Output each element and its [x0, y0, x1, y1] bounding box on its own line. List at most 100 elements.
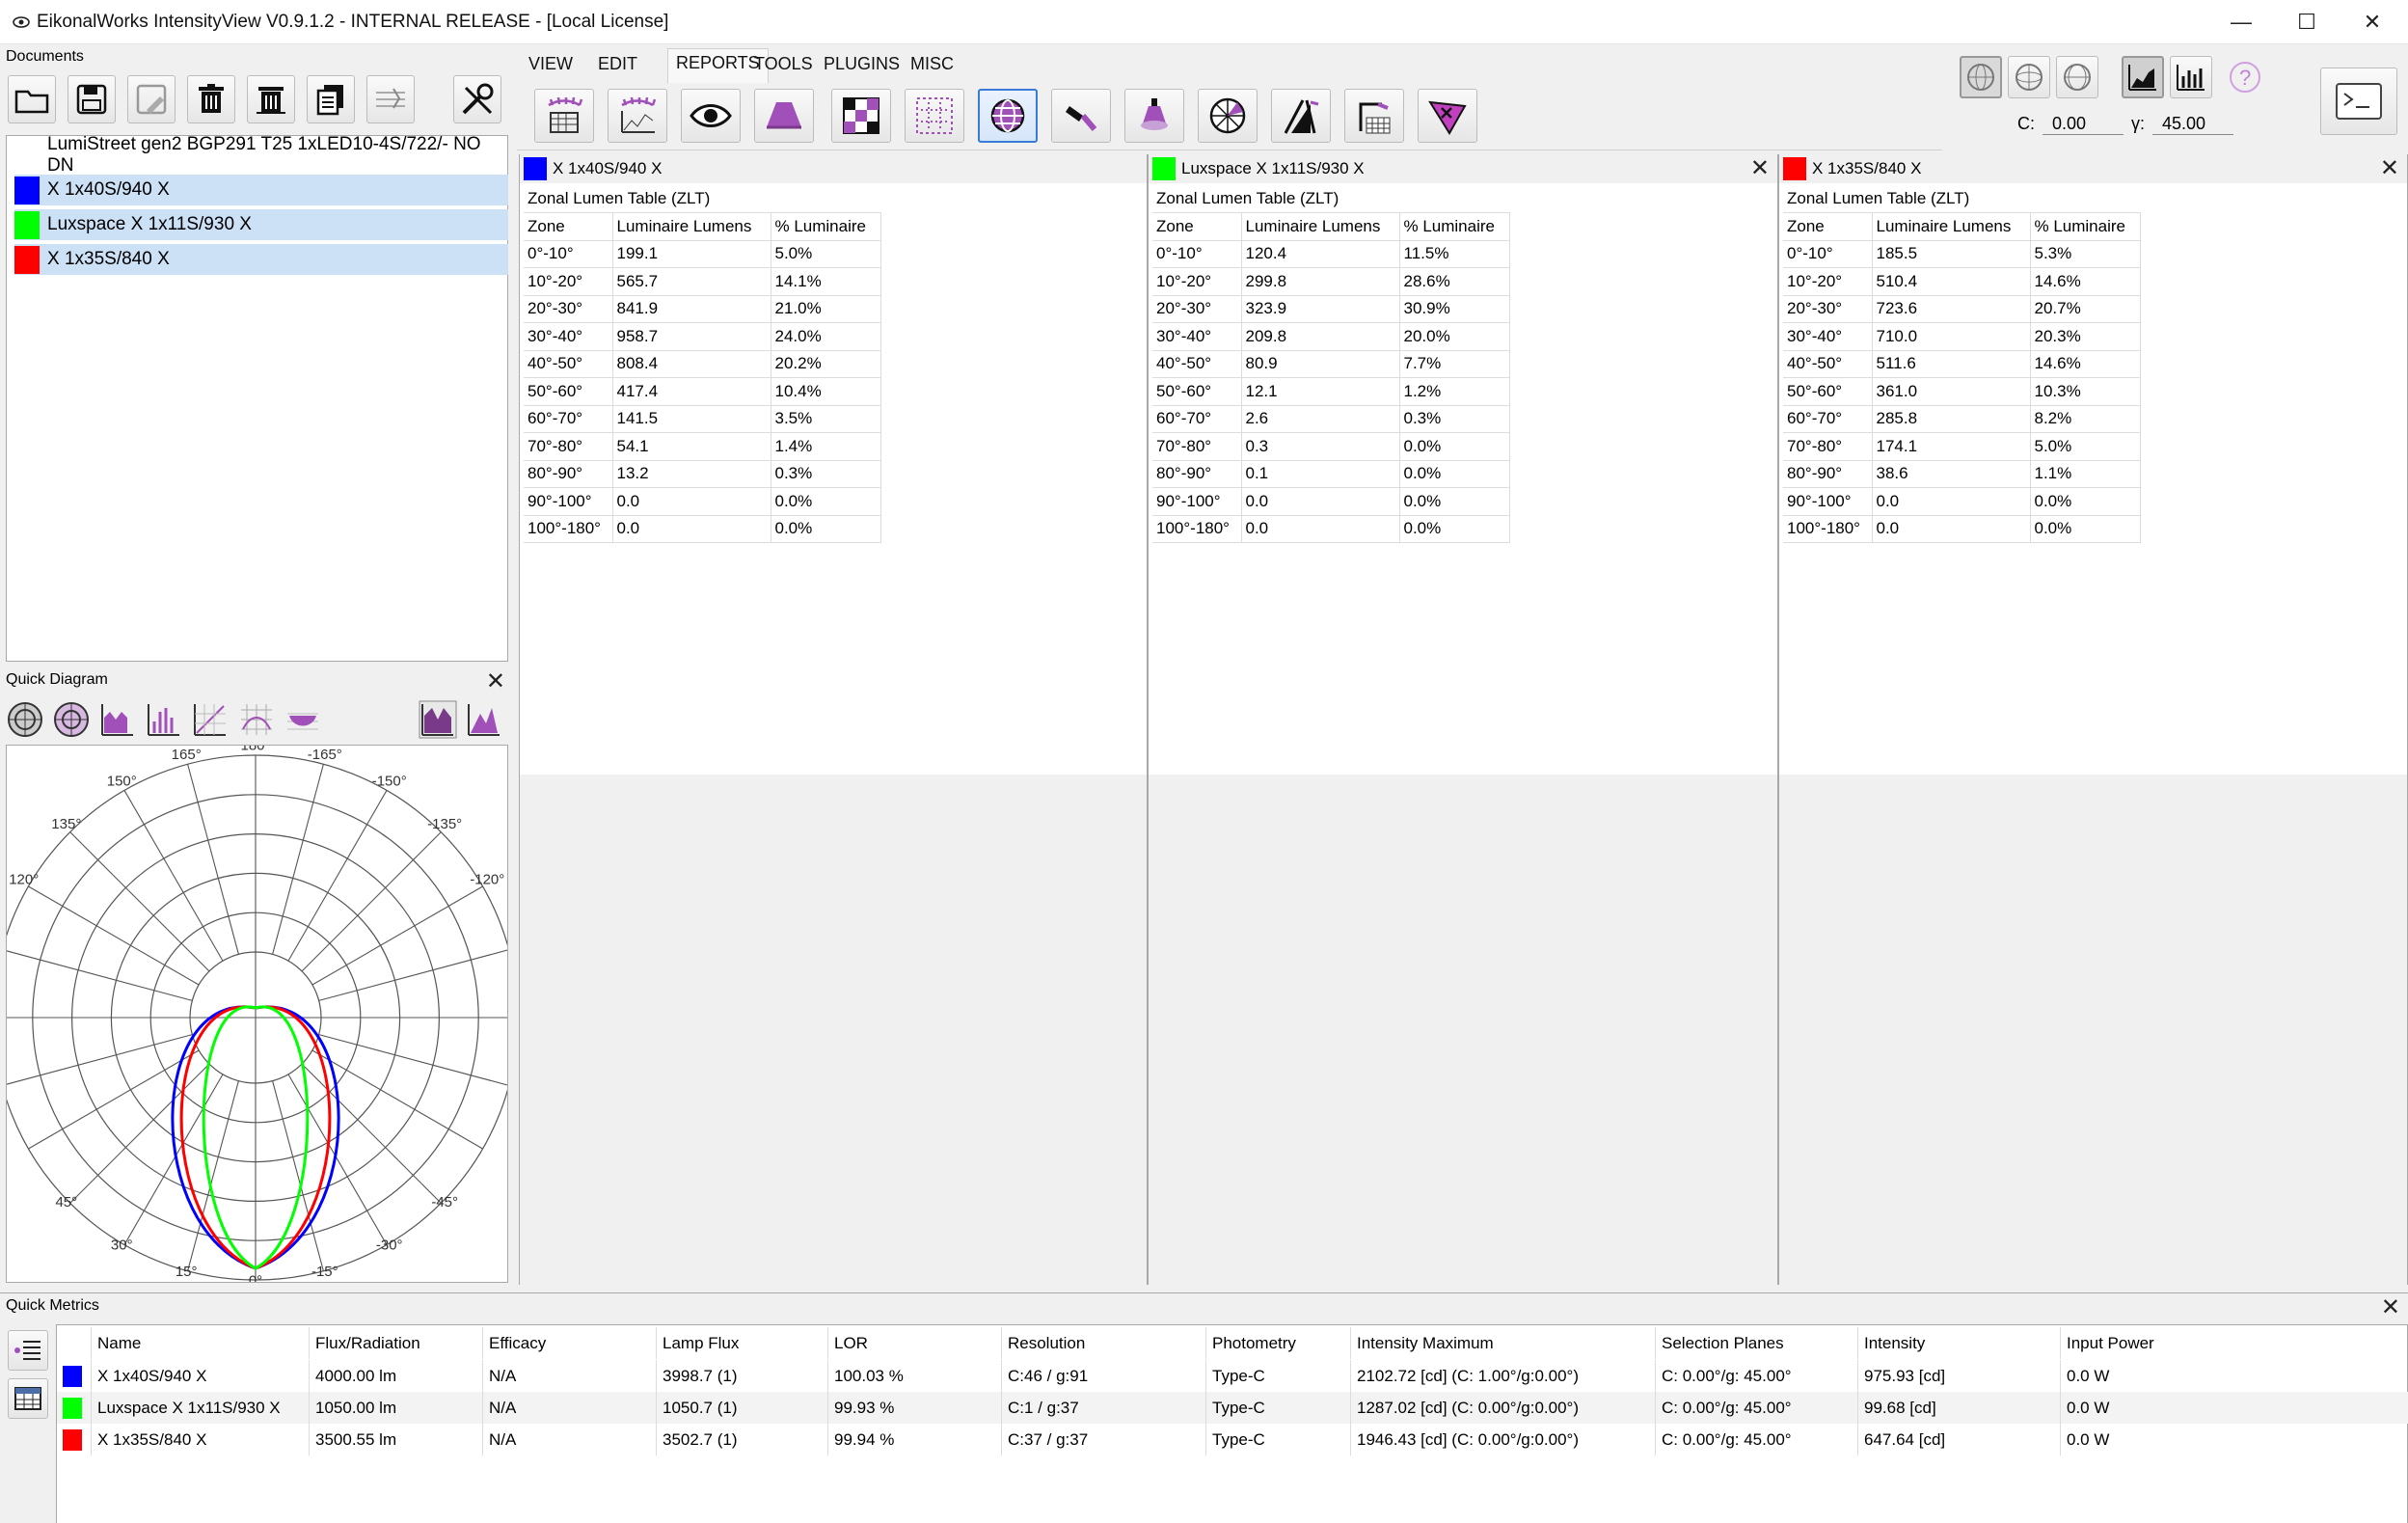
zone-cell: 100°-180°	[1783, 515, 1873, 543]
close-quick-metrics-icon[interactable]: ✕	[2381, 1293, 2400, 1321]
report-glare-button[interactable]	[681, 89, 741, 143]
report-spotlight-button[interactable]	[1051, 89, 1111, 143]
metrics-list-view-button[interactable]	[8, 1330, 48, 1371]
report-panel-header: X 1x35S/840 X ✕	[1779, 154, 2407, 183]
report-ugr-table-button[interactable]	[831, 89, 891, 143]
bar-chart-icon	[2177, 65, 2205, 91]
metrics-row[interactable]: X 1x40S/940 X 4000.00 lm N/A 3998.7 (1) …	[57, 1360, 2408, 1392]
tools-button[interactable]	[453, 75, 501, 123]
document-item[interactable]: LumiStreet gen2 BGP291 T25 1xLED10-4S/72…	[14, 134, 508, 176]
report-road-button[interactable]	[1271, 89, 1331, 143]
polar-angle-label: 180°	[240, 746, 270, 754]
close-window-button[interactable]: ✕	[2340, 0, 2405, 44]
report-summary-button[interactable]	[608, 89, 667, 143]
aa-coordinate-button[interactable]	[2056, 56, 2098, 98]
copy-button[interactable]	[307, 75, 355, 123]
zone-cell: 0°-10°	[1152, 240, 1242, 268]
percent-cell: 0.0%	[2030, 487, 2141, 516]
percent-cell: 7.7%	[1399, 350, 1510, 378]
console-button[interactable]	[2320, 68, 2397, 135]
cartesian-diagram-icon[interactable]	[98, 700, 137, 739]
close-report-panel-icon[interactable]: ✕	[2380, 154, 2399, 182]
zone-cell: 100°-180°	[1152, 515, 1242, 543]
open-button[interactable]	[8, 75, 56, 123]
table-row: 0°-10° 120.4 11.5%	[1152, 240, 1510, 268]
zone-cell: 10°-20°	[524, 267, 613, 296]
report-close-all-button[interactable]	[1418, 89, 1477, 143]
cumulative-curve-icon[interactable]	[191, 700, 230, 739]
polar-diagram-icon[interactable]	[6, 700, 44, 739]
table-row: 50°-60° 417.4 10.4%	[524, 377, 881, 406]
road-lighting-icon	[1284, 99, 1319, 134]
report-downlight-button[interactable]	[1124, 89, 1184, 143]
report-street-grid-button[interactable]	[1344, 89, 1404, 143]
save-as-button[interactable]	[127, 75, 176, 123]
table-row: 100°-180° 0.0 0.0%	[524, 515, 881, 543]
save-button[interactable]	[68, 75, 116, 123]
zone-cell: 90°-100°	[1783, 487, 1873, 516]
compare-button[interactable]	[366, 75, 415, 123]
cg-coordinate-button[interactable]	[1960, 56, 2002, 98]
metrics-row[interactable]: X 1x35S/840 X 3500.55 lm N/A 3502.7 (1) …	[57, 1424, 2408, 1455]
report-beam-button[interactable]	[754, 89, 814, 143]
lumens-cell: 120.4	[1241, 240, 1400, 268]
table-row: 70°-80° 0.3 0.0%	[1152, 432, 1510, 461]
document-item[interactable]: X 1x40S/940 X	[14, 175, 508, 205]
zone-cell: 10°-20°	[1152, 267, 1242, 296]
menu-tab-reports[interactable]: REPORTS	[667, 48, 769, 83]
report-zonal-lumen-button[interactable]	[978, 89, 1038, 143]
report-panel-header: X 1x40S/940 X	[520, 154, 1147, 183]
metrics-table-view-button[interactable]	[8, 1378, 48, 1419]
report-photometric-button[interactable]	[534, 89, 594, 143]
menu-tab-view[interactable]: VIEW	[528, 54, 573, 74]
bowl-diagram-icon[interactable]	[284, 700, 322, 739]
lumens-cell: 285.8	[1872, 405, 2031, 433]
minimize-button[interactable]: —	[2208, 0, 2274, 44]
delete-all-button[interactable]	[247, 75, 295, 123]
gamma-value-field[interactable]: 45.00	[2152, 114, 2233, 135]
c-value-field[interactable]: 0.00	[2043, 114, 2124, 135]
menu-tab-misc[interactable]: MISC	[910, 54, 954, 74]
lumens-cell: 808.4	[612, 350, 771, 378]
help-button[interactable]: ?	[2226, 58, 2264, 96]
menu-tab-tools[interactable]: TOOLS	[754, 54, 813, 74]
metrics-row[interactable]: Luxspace X 1x11S/930 X 1050.00 lm N/A 10…	[57, 1392, 2408, 1424]
c-label: C:	[2017, 114, 2035, 133]
selection-planes-cell: C: 0.00°/g: 45.00°	[1656, 1360, 1858, 1392]
color-swatch	[524, 157, 547, 180]
zone-cell: 60°-70°	[1783, 405, 1873, 433]
zone-cell: 50°-60°	[524, 377, 613, 406]
linear-scale-button[interactable]	[2122, 56, 2164, 98]
document-label: Luxspace X 1x11S/930 X	[47, 214, 252, 234]
polar-grid-icon[interactable]	[52, 700, 91, 739]
percent-cell: 14.1%	[771, 267, 881, 296]
photometry-cell: Type-C	[1206, 1392, 1351, 1424]
table-title: Zonal Lumen Table (ZLT)	[1152, 185, 1509, 213]
menu-tab-edit[interactable]: EDIT	[598, 54, 637, 74]
document-item[interactable]: Luxspace X 1x11S/930 X	[14, 209, 508, 240]
polar-angle-label: -30°	[376, 1237, 403, 1253]
bb-coordinate-button[interactable]	[2008, 56, 2050, 98]
close-quick-diagram-icon[interactable]: ✕	[486, 667, 505, 695]
color-swatch	[14, 176, 40, 204]
maximize-button[interactable]: ☐	[2274, 0, 2340, 44]
column-header: Efficacy	[483, 1327, 657, 1359]
document-item[interactable]: X 1x35S/840 X	[14, 244, 508, 275]
overlay-fill-icon[interactable]	[465, 700, 503, 739]
bar-scale-button[interactable]	[2170, 56, 2212, 98]
table-header-row: Zone Luminaire Lumens% Luminaire	[1783, 212, 2141, 241]
report-polar-button[interactable]	[1198, 89, 1258, 143]
percent-cell: 20.3%	[2030, 322, 2141, 351]
histogram-icon[interactable]	[145, 700, 183, 739]
quick-diagram-title: Quick Diagram	[6, 671, 108, 688]
polar-spoke	[2, 949, 193, 1001]
delete-all-icon	[257, 87, 285, 114]
zonal-lumen-table: Zonal Lumen Table (ZLT) Zone Luminaire Lu…	[1152, 185, 1510, 543]
delete-button[interactable]	[187, 75, 235, 123]
close-report-panel-icon[interactable]: ✕	[1750, 154, 1770, 182]
menu-tab-plugins[interactable]: PLUGINS	[824, 54, 900, 74]
isolux-grid-icon[interactable]	[237, 700, 276, 739]
overlay-curves-icon[interactable]	[419, 700, 457, 739]
name-cell: Luxspace X 1x11S/930 X	[92, 1392, 310, 1424]
report-grid-button[interactable]	[905, 89, 964, 143]
